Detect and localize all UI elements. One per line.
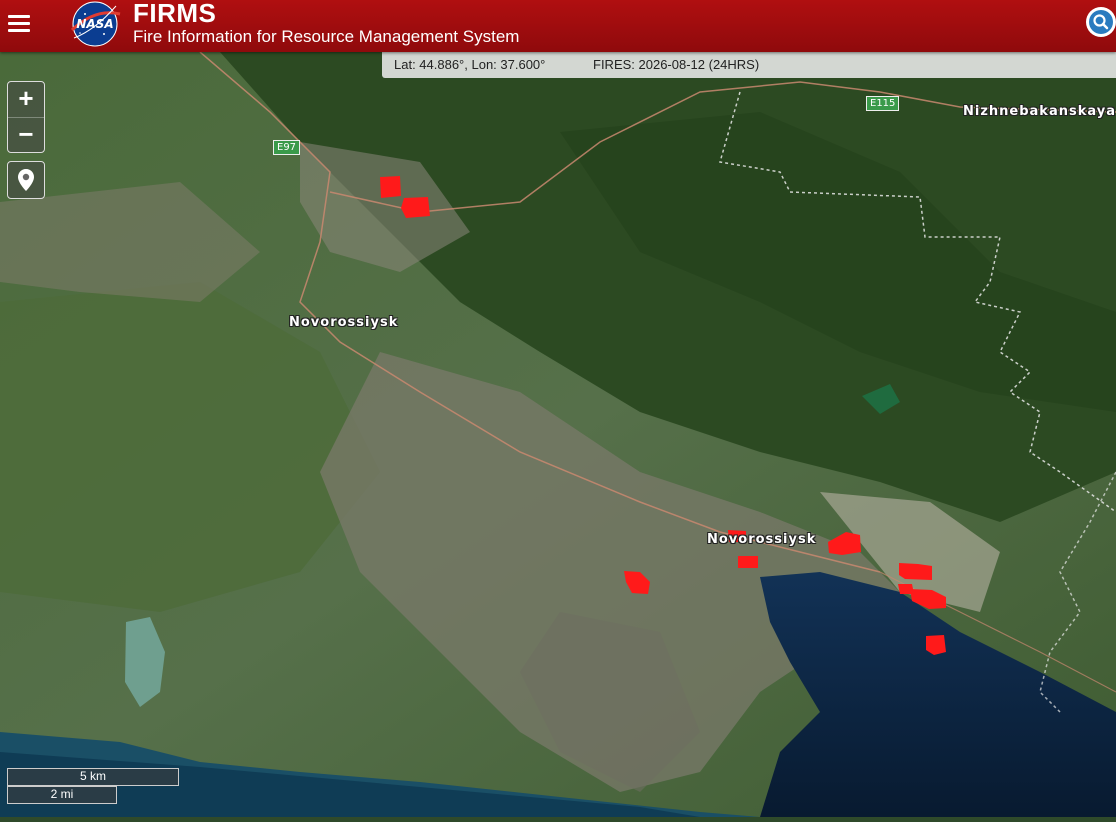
fire-detection (401, 197, 430, 218)
road-shield-e115: E115 (866, 96, 900, 111)
scale-bar-mi: 2 mi (7, 786, 117, 804)
nasa-logo[interactable]: NASA (66, 0, 124, 48)
city-label: Novorossiysk (707, 532, 817, 547)
scale-bar-km: 5 km (7, 768, 179, 786)
cursor-coordinates: Lat: 44.886°, Lon: 37.600° (394, 57, 546, 72)
app-subtitle: Fire Information for Resource Management… (133, 27, 520, 46)
nasa-logo-text: NASA (76, 17, 113, 31)
city-label: Novorossiysk (289, 315, 399, 330)
locate-button[interactable] (7, 161, 45, 199)
info-bar: Lat: 44.886°, Lon: 37.600° FIRES: 2026-0… (382, 52, 1116, 78)
fires-date-range[interactable]: FIRES: 2026-08-12 (24HRS) (593, 57, 759, 72)
road-shield-e97: E97 (273, 140, 301, 155)
zoom-out-button[interactable]: − (8, 118, 44, 153)
village-label: Nizhnebakanskaya (963, 104, 1116, 119)
app-title: FIRMS (133, 0, 217, 28)
fire-detection (380, 176, 401, 198)
map-imagery (0, 51, 1116, 817)
app-header: NASA FIRMS Fire Information for Resource… (0, 0, 1116, 52)
fire-detection (899, 563, 932, 580)
menu-icon[interactable] (8, 12, 30, 32)
zoom-in-button[interactable]: + (8, 82, 44, 117)
location-pin-icon (18, 169, 34, 191)
search-globe-icon[interactable] (1084, 5, 1116, 39)
fire-detection (738, 556, 758, 568)
satellite-map[interactable]: Novorossiysk Novorossiysk Nizhnebakanska… (0, 51, 1116, 817)
zoom-controls: + − (7, 81, 45, 153)
